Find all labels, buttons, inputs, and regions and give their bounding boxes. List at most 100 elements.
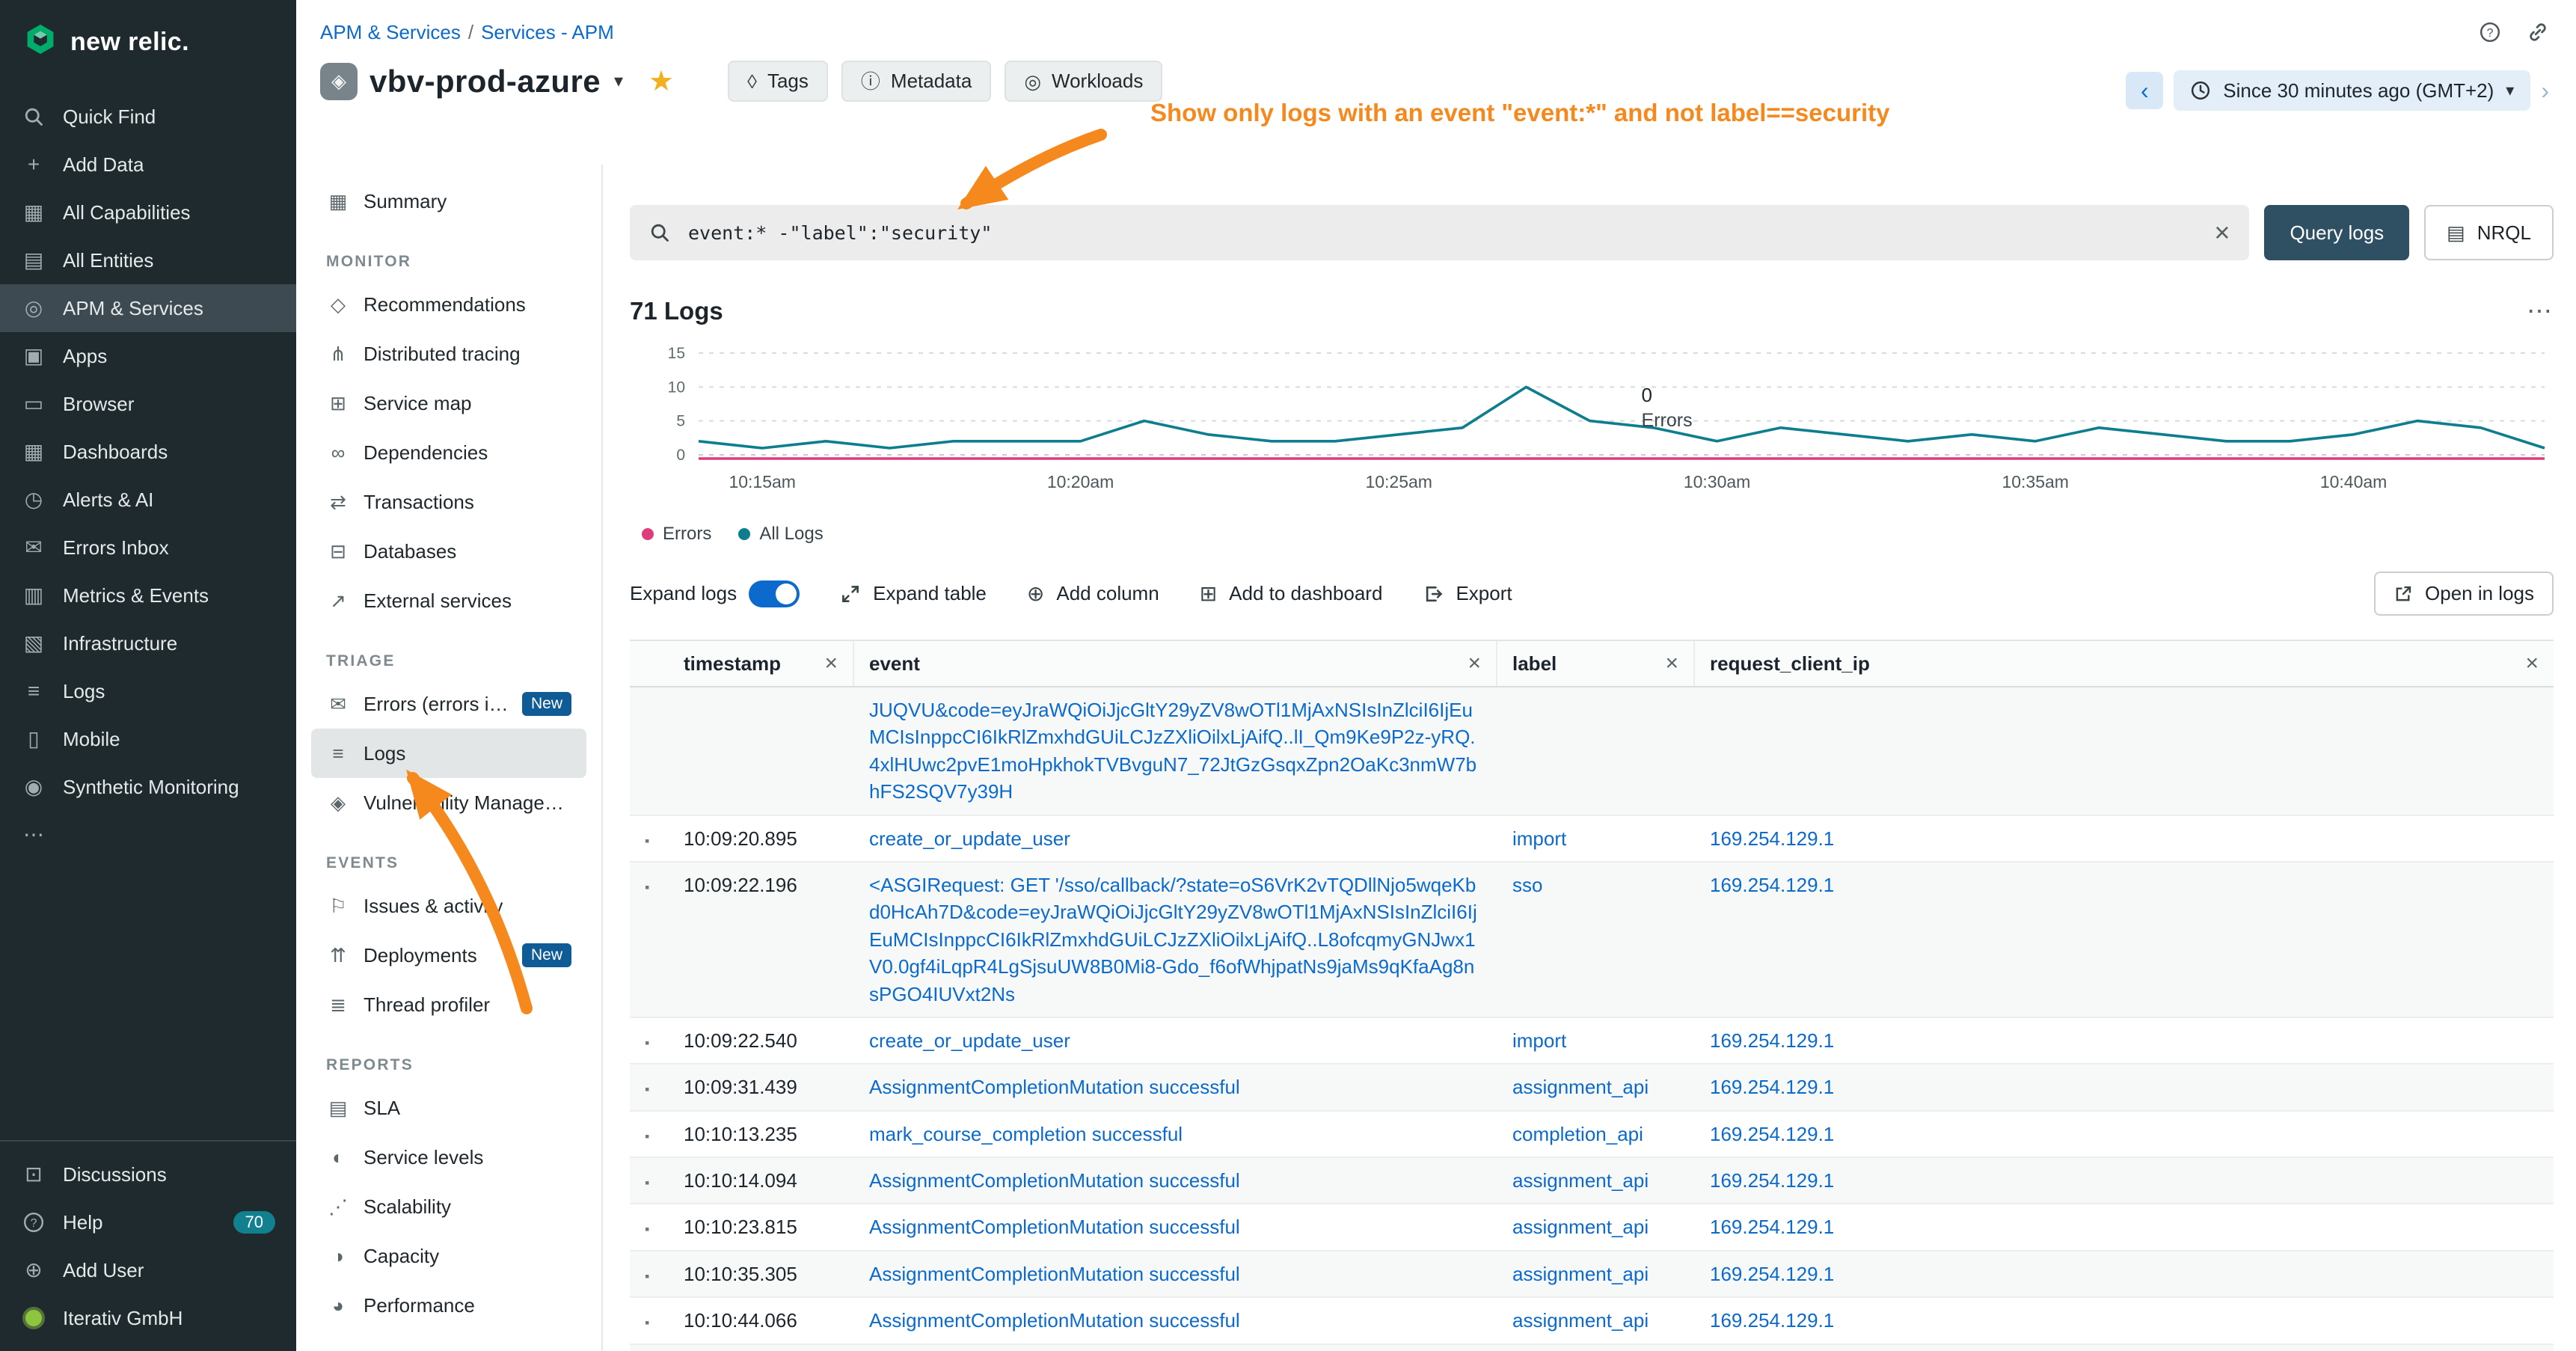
entity-sidebar-item-scalability[interactable]: ⋰Scalability — [311, 1182, 586, 1231]
event-link[interactable]: mark_course_completion successful — [869, 1123, 1183, 1145]
entity-sidebar-item-logs[interactable]: ≡Logs — [311, 729, 586, 778]
column-header-event[interactable]: event× — [854, 641, 1497, 686]
sidebar-item-discussions[interactable]: ⊡Discussions — [0, 1151, 296, 1198]
row-marker-cell[interactable]: ▪ — [630, 1252, 669, 1296]
sidebar-item-iterativ-gmbh[interactable]: Iterativ GmbH — [0, 1294, 296, 1342]
entity-sidebar-item-recommendations[interactable]: ◇Recommendations — [311, 280, 586, 329]
entity-sidebar-item-distributed-tracing[interactable]: ⋔Distributed tracing — [311, 329, 586, 379]
column-header-request-client-ip[interactable]: request_client_ip× — [1695, 641, 2554, 686]
breadcrumb-link-apm-services[interactable]: APM & Services — [320, 21, 461, 43]
export-button[interactable]: Export — [1423, 582, 1512, 605]
ip-link[interactable]: 169.254.129.1 — [1710, 827, 1834, 850]
label-link[interactable]: completion_api — [1512, 1123, 1643, 1145]
row-marker-cell[interactable]: ▪ — [630, 1345, 669, 1351]
entity-sidebar-item-service-map[interactable]: ⊞Service map — [311, 379, 586, 428]
event-link[interactable]: AssignmentCompletionMutation successful — [869, 1169, 1240, 1192]
remove-column-icon[interactable]: × — [1653, 652, 1678, 675]
expand-logs-toggle[interactable] — [749, 580, 800, 607]
help-circle-icon[interactable]: ? — [2479, 21, 2501, 43]
entity-sidebar-item-issues-activity[interactable]: ⚐Issues & activity — [311, 881, 586, 931]
log-row[interactable]: ▪10:09:22.540create_or_update_userimport… — [630, 1018, 2554, 1064]
event-link[interactable]: AssignmentCompletionMutation successful — [869, 1216, 1240, 1238]
metadata-button[interactable]: ⓘ Metadata — [841, 61, 991, 102]
event-link[interactable]: AssignmentCompletionMutation successful — [869, 1309, 1240, 1332]
log-row[interactable]: ▪10:10:35.305AssignmentCompletionMutatio… — [630, 1252, 2554, 1298]
log-row[interactable]: ▪10:09:31.439AssignmentCompletionMutatio… — [630, 1064, 2554, 1111]
sidebar-item-apps[interactable]: ▣Apps — [0, 332, 296, 380]
time-forward-button[interactable]: › — [2541, 77, 2549, 105]
clear-query-icon[interactable]: × — [2214, 219, 2230, 246]
entity-switcher-chevron-icon[interactable]: ▾ — [614, 70, 623, 92]
event-link[interactable]: create_or_update_user — [869, 827, 1070, 850]
entity-sidebar-item-service-levels[interactable]: ◐Service levels — [311, 1133, 586, 1182]
entity-sidebar-item-sla[interactable]: ▤SLA — [311, 1083, 586, 1133]
ip-link[interactable]: 169.254.129.1 — [1710, 1029, 1834, 1052]
sidebar-item-dashboards[interactable]: ▦Dashboards — [0, 428, 296, 476]
time-back-button[interactable]: ‹ — [2126, 72, 2163, 109]
label-link[interactable]: assignment_api — [1512, 1076, 1649, 1098]
ip-link[interactable]: 169.254.129.1 — [1710, 1076, 1834, 1098]
open-in-logs-button[interactable]: Open in logs — [2374, 572, 2554, 616]
add-column-button[interactable]: ⊕ Add column — [1027, 582, 1159, 605]
expand-logs-control[interactable]: Expand logs — [630, 580, 800, 607]
log-row[interactable]: ▪10:10:49.051mark_course_completion succ… — [630, 1345, 2554, 1351]
log-row[interactable]: JUQVU&code=eyJraWQiOiJjcGltY29yZV8wOTl1M… — [630, 687, 2554, 816]
entity-sidebar-item-vulnerability-management[interactable]: ◈Vulnerability Management — [311, 778, 586, 827]
log-row[interactable]: ▪10:10:13.235mark_course_completion succ… — [630, 1112, 2554, 1158]
event-link[interactable]: <ASGIRequest: GET '/sso/callback/?state=… — [869, 874, 1477, 1005]
log-row[interactable]: ▪10:10:14.094AssignmentCompletionMutatio… — [630, 1158, 2554, 1204]
log-row[interactable]: ▪10:09:22.196<ASGIRequest: GET '/sso/cal… — [630, 863, 2554, 1018]
entity-sidebar-item-performance[interactable]: ◕Performance — [311, 1281, 586, 1330]
row-marker-cell[interactable] — [630, 687, 669, 815]
logs-query-input[interactable] — [685, 221, 2199, 245]
remove-column-icon[interactable]: × — [2513, 652, 2539, 675]
column-header-timestamp[interactable]: timestamp× — [669, 641, 854, 686]
entity-sidebar-item-external-services[interactable]: ↗External services — [311, 576, 586, 625]
sidebar-item-browser[interactable]: ▭Browser — [0, 380, 296, 428]
event-link[interactable]: AssignmentCompletionMutation successful — [869, 1076, 1240, 1098]
event-link[interactable]: JUQVU&code=eyJraWQiOiJjcGltY29yZV8wOTl1M… — [869, 699, 1476, 803]
sidebar-item-logs[interactable]: ≡Logs — [0, 667, 296, 715]
entity-sidebar-item-thread-profiler[interactable]: ≣Thread profiler — [311, 980, 586, 1029]
logs-search-bar[interactable]: × — [630, 205, 2249, 260]
expand-table-button[interactable]: Expand table — [840, 582, 987, 605]
row-marker-cell[interactable]: ▪ — [630, 1064, 669, 1109]
ip-link[interactable]: 169.254.129.1 — [1710, 1216, 1834, 1238]
entity-sidebar-item-errors-errors-inb[interactable]: ✉Errors (errors inb...New — [311, 679, 586, 729]
column-header-label[interactable]: label× — [1497, 641, 1695, 686]
sidebar-item-quick-find[interactable]: Quick Find — [0, 93, 296, 141]
row-marker-cell[interactable]: ▪ — [630, 1298, 669, 1343]
ip-link[interactable]: 169.254.129.1 — [1710, 874, 1834, 896]
entity-sidebar-item-capacity[interactable]: ◑Capacity — [311, 1231, 586, 1281]
sidebar-item-all-entities[interactable]: ▤All Entities — [0, 236, 296, 284]
sidebar-item-add-user[interactable]: ⊕Add User — [0, 1246, 296, 1294]
label-link[interactable]: assignment_api — [1512, 1169, 1649, 1192]
ip-link[interactable]: 169.254.129.1 — [1710, 1123, 1834, 1145]
sidebar-item-metrics-events[interactable]: ▥Metrics & Events — [0, 572, 296, 619]
label-link[interactable]: assignment_api — [1512, 1216, 1649, 1238]
entity-sidebar-item-transactions[interactable]: ⇄Transactions — [311, 477, 586, 527]
entity-sidebar-item-dependencies[interactable]: ∞Dependencies — [311, 428, 586, 477]
logo-row[interactable]: new relic. — [0, 0, 296, 75]
log-row[interactable]: ▪10:10:23.815AssignmentCompletionMutatio… — [630, 1204, 2554, 1251]
sidebar-item-more[interactable]: ⋯ — [0, 811, 296, 859]
sidebar-item-errors-inbox[interactable]: ✉Errors Inbox — [0, 524, 296, 572]
sidebar-item-infrastructure[interactable]: ▧Infrastructure — [0, 619, 296, 667]
entity-sidebar-item-deployments[interactable]: ⇈DeploymentsNew — [311, 931, 586, 980]
label-link[interactable]: assignment_api — [1512, 1263, 1649, 1285]
favorite-star-icon[interactable]: ★ — [648, 64, 674, 98]
time-range-button[interactable]: Since 30 minutes ago (GMT+2) ▾ — [2174, 70, 2530, 111]
sidebar-item-synthetic-monitoring[interactable]: ◉Synthetic Monitoring — [0, 763, 296, 811]
sidebar-item-mobile[interactable]: ▯Mobile — [0, 715, 296, 763]
ip-link[interactable]: 169.254.129.1 — [1710, 1309, 1834, 1332]
label-link[interactable]: sso — [1512, 874, 1542, 896]
sidebar-item-all-capabilities[interactable]: ▦All Capabilities — [0, 189, 296, 236]
log-row[interactable]: ▪10:09:20.895create_or_update_userimport… — [630, 816, 2554, 863]
remove-column-icon[interactable]: × — [1456, 652, 1481, 675]
entity-sidebar-item-summary[interactable]: ▦Summary — [311, 177, 586, 226]
legend-item-errors[interactable]: Errors — [642, 524, 711, 545]
event-link[interactable]: create_or_update_user — [869, 1029, 1070, 1052]
row-marker-cell[interactable]: ▪ — [630, 1158, 669, 1203]
workloads-button[interactable]: ◎ Workloads — [1005, 61, 1162, 102]
row-marker-cell[interactable]: ▪ — [630, 816, 669, 861]
